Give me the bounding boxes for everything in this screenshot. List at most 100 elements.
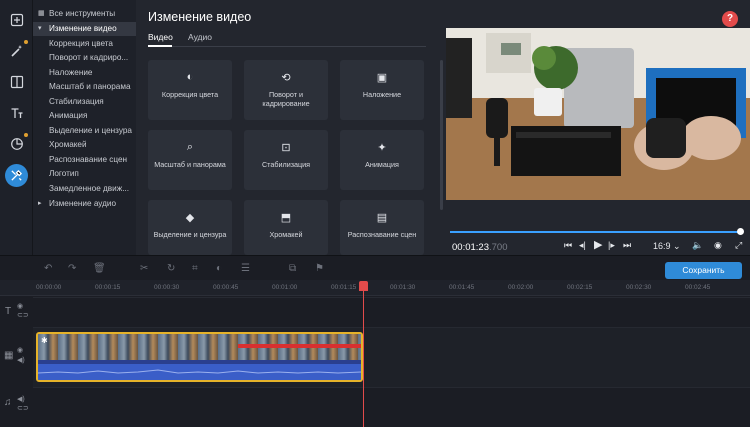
card-label: Стабилизация — [261, 160, 311, 169]
card-animation[interactable]: ✦ Анимация — [340, 130, 424, 190]
tab-divider — [148, 46, 426, 47]
card-label: Масштаб и панорама — [154, 160, 226, 169]
marker-flag-icon[interactable]: ⚑ — [315, 263, 324, 274]
timecode-main: 00:01:23 — [452, 242, 489, 253]
crop-icon[interactable]: ⌗ — [192, 263, 198, 274]
tree-item-animation[interactable]: Анимация — [33, 109, 136, 123]
tree-item-highlight-censor[interactable]: Выделение и цензура — [33, 124, 136, 138]
text-track-icon: T — [5, 306, 12, 317]
tree-item-color-correction[interactable]: Коррекция цвета — [33, 37, 136, 51]
tab-active-indicator — [148, 45, 172, 47]
card-label: Выделение и цензура — [153, 230, 227, 239]
tab-video[interactable]: Видео — [148, 32, 173, 42]
card-crop-rotate[interactable]: ⟲ Поворот и кадрирование — [244, 60, 328, 120]
color-adjust-icon[interactable]: ◐ — [216, 263, 222, 274]
zoom-pan-icon: ⌕ — [186, 141, 194, 153]
previous-frame-icon[interactable]: ◂| — [579, 240, 586, 251]
tree-item-logo[interactable]: Логотип — [33, 167, 136, 181]
volume-icon[interactable]: 🔈 — [692, 240, 703, 251]
help-button[interactable]: ? — [722, 11, 738, 27]
card-overlay[interactable]: ▣ Наложение — [340, 60, 424, 120]
undo-icon[interactable]: ↶ — [44, 263, 52, 274]
play-icon[interactable]: ▶ — [594, 238, 602, 251]
magic-wand-icon[interactable] — [5, 39, 28, 62]
playback-progress-knob[interactable] — [737, 228, 744, 235]
tree-item-audio-editing[interactable]: ▸ Изменение аудио — [33, 197, 136, 211]
card-label: Анимация — [365, 160, 399, 169]
tree-item-label: Поворот и кадриро... — [49, 53, 129, 62]
card-color-correction[interactable]: ◐ Коррекция цвета — [148, 60, 232, 120]
tree-item-label: Распознавание сцен — [49, 155, 128, 164]
video-track-icon: ▦ — [4, 350, 14, 361]
tree-item-zoom-pan[interactable]: Масштаб и панорама — [33, 80, 136, 94]
video-clip[interactable]: ✱ — [36, 332, 363, 382]
tree-item-all-tools[interactable]: ▦ Все инструменты — [33, 7, 136, 21]
tools-icon[interactable] — [5, 164, 28, 187]
color-correction-icon: ◐ — [186, 71, 194, 83]
ruler-label: 00:02:00 — [508, 284, 534, 291]
chevron-down-icon: ▾ — [38, 25, 42, 32]
fullscreen-icon[interactable]: ⤢ — [735, 240, 742, 251]
card-stabilization[interactable]: ⊡ Стабилизация — [244, 130, 328, 190]
ruler-label: 00:02:45 — [685, 284, 711, 291]
card-chroma-key[interactable]: ⬒ Хромакей — [244, 200, 328, 255]
tree-item-label: Изменение аудио — [49, 199, 117, 208]
delete-icon[interactable]: 🗑 — [93, 263, 106, 274]
speaker-icon[interactable]: ◀) — [17, 395, 25, 403]
stickers-icon[interactable] — [5, 132, 28, 155]
overlay-icon: ▣ — [376, 72, 388, 84]
tree-item-slow-motion[interactable]: Замедленное движ... — [33, 182, 136, 196]
link-icon[interactable]: ⊂⊃ — [17, 404, 29, 412]
card-zoom-pan[interactable]: ⌕ Масштаб и панорама — [148, 130, 232, 190]
ruler-label: 00:01:30 — [390, 284, 416, 291]
ruler-label: 00:01:15 — [331, 284, 357, 291]
record-voiceover-icon[interactable]: ⧉ — [289, 263, 296, 274]
clip-star-icon: ✱ — [41, 336, 48, 345]
video-track-header: ▦ ◉ ◀) — [0, 340, 33, 376]
aspect-ratio-value: 16:9 — [653, 241, 671, 251]
card-label: Коррекция цвета — [161, 90, 219, 99]
transitions-icon[interactable] — [5, 70, 28, 93]
skip-to-end-icon[interactable]: ⏭ — [623, 240, 631, 251]
ruler-label: 00:01:00 — [272, 284, 298, 291]
text-track[interactable] — [33, 297, 750, 327]
timeline-ruler[interactable]: 00:00:00 00:00:15 00:00:30 00:00:45 00:0… — [0, 280, 750, 296]
tab-audio[interactable]: Аудио — [188, 32, 212, 42]
tree-item-chroma-key[interactable]: Хромакей — [33, 138, 136, 152]
ruler-label: 00:00:45 — [213, 284, 239, 291]
timeline-playhead-handle[interactable] — [359, 281, 368, 291]
card-label: Поворот и кадрирование — [262, 90, 310, 108]
tree-item-video-editing[interactable]: ▾ Изменение видео — [33, 22, 136, 36]
tree-item-overlay[interactable]: Наложение — [33, 66, 136, 80]
panel-scrollbar[interactable] — [440, 60, 443, 210]
tree-item-stabilization[interactable]: Стабилизация — [33, 95, 136, 109]
next-frame-icon[interactable]: |▸ — [608, 240, 615, 251]
tree-item-scene-detection[interactable]: Распознавание сцен — [33, 153, 136, 167]
eye-icon[interactable]: ◉ — [17, 302, 23, 310]
tree-item-crop-rotate[interactable]: Поворот и кадриро... — [33, 51, 136, 65]
music-track[interactable] — [33, 387, 750, 427]
speaker-icon[interactable]: ◀) — [17, 356, 25, 364]
import-files-icon[interactable] — [5, 8, 28, 31]
eye-icon[interactable]: ◉ — [17, 346, 23, 354]
aspect-ratio-select[interactable]: 16:9 ⌄ — [653, 241, 681, 252]
card-label: Хромакей — [269, 230, 303, 239]
tree-item-label: Коррекция цвета — [49, 39, 113, 48]
link-icon[interactable]: ⊂⊃ — [17, 311, 29, 319]
titles-icon[interactable] — [5, 101, 28, 124]
video-frame-image — [446, 28, 750, 200]
snapshot-icon[interactable]: ◉ — [714, 240, 722, 251]
grid-icon: ▦ — [38, 10, 45, 17]
redo-icon[interactable]: ↷ — [68, 263, 76, 274]
rotate-icon[interactable]: ↻ — [167, 263, 175, 274]
save-button[interactable]: Сохранить — [665, 262, 742, 279]
left-toolbar — [0, 0, 33, 255]
tree-item-label: Хромакей — [49, 140, 87, 149]
card-highlight-censor[interactable]: ◆ Выделение и цензура — [148, 200, 232, 255]
card-label: Распознавание сцен — [347, 230, 417, 239]
card-scene-detection[interactable]: ▤ Распознавание сцен — [340, 200, 424, 255]
chevron-right-icon: ▸ — [38, 200, 42, 207]
skip-to-start-icon[interactable]: ⏮ — [564, 240, 572, 251]
clip-properties-icon[interactable]: ☰ — [241, 263, 250, 274]
cut-icon[interactable]: ✂ — [140, 263, 148, 274]
